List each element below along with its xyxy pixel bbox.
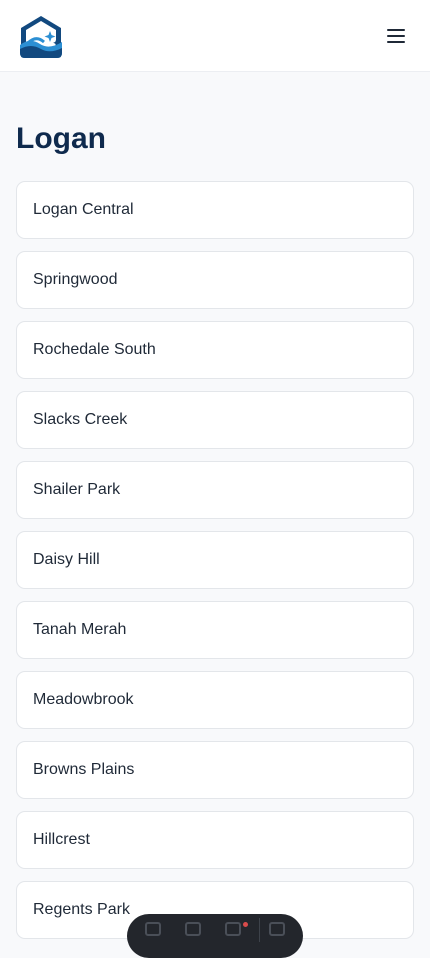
page-title: Logan: [16, 122, 106, 155]
suburb-item[interactable]: Shailer Park: [16, 461, 414, 519]
site-header: [0, 0, 430, 72]
home-wave-logo-icon[interactable]: [16, 13, 66, 59]
suburb-item[interactable]: Slacks Creek: [16, 391, 414, 449]
menu-line: [387, 41, 405, 43]
suburb-item[interactable]: Browns Plains: [16, 741, 414, 799]
suburb-item[interactable]: Springwood: [16, 251, 414, 309]
hamburger-menu-icon[interactable]: [386, 26, 406, 46]
menu-line: [387, 35, 405, 37]
suburb-item[interactable]: Rochedale South: [16, 321, 414, 379]
suburb-item[interactable]: Daisy Hill: [16, 531, 414, 589]
suburb-item[interactable]: Meadowbrook: [16, 671, 414, 729]
suburb-item[interactable]: Tanah Merah: [16, 601, 414, 659]
floating-toolbar[interactable]: [127, 914, 303, 958]
suburb-list: Logan Central Springwood Rochedale South…: [16, 181, 414, 951]
toolbar-icon[interactable]: [269, 922, 285, 936]
suburb-item[interactable]: Hillcrest: [16, 811, 414, 869]
toolbar-icon[interactable]: [225, 922, 241, 936]
toolbar-icon[interactable]: [185, 922, 201, 936]
suburb-item[interactable]: Logan Central: [16, 181, 414, 239]
toolbar-divider: [259, 918, 260, 942]
notification-dot: [243, 922, 248, 927]
menu-line: [387, 29, 405, 31]
toolbar-icon[interactable]: [145, 922, 161, 936]
